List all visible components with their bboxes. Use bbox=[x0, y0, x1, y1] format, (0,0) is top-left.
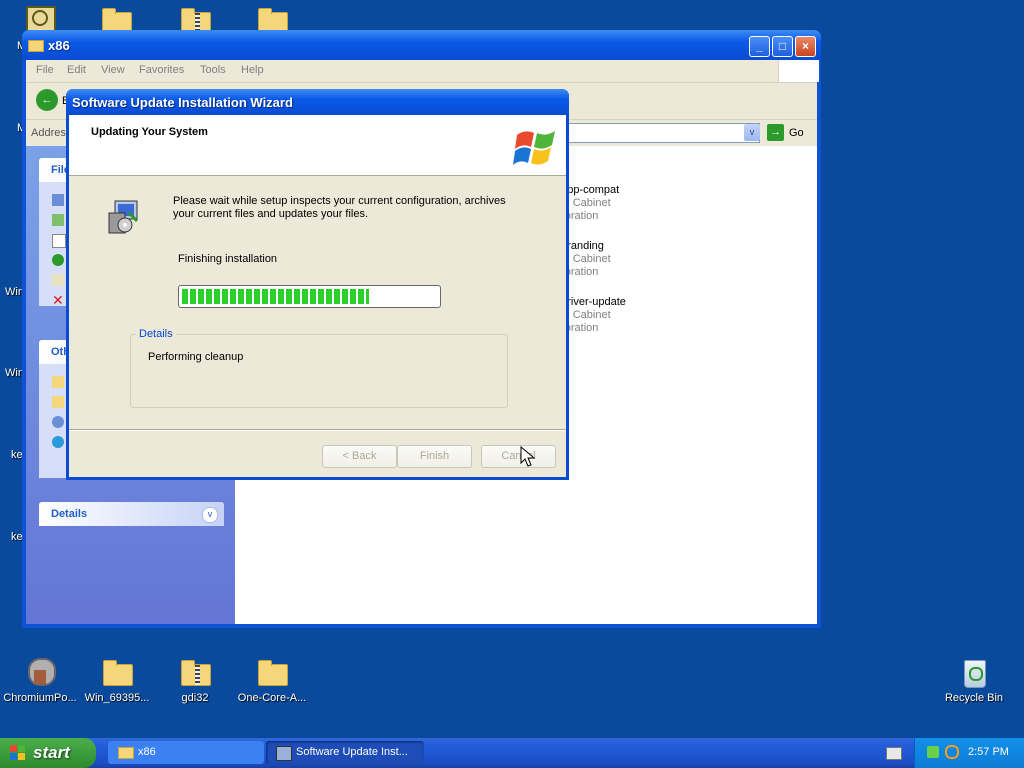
desktop-icon-label: gdi32 bbox=[181, 692, 209, 704]
close-button[interactable]: × bbox=[795, 36, 816, 57]
update-wizard-dialog[interactable]: Software Update Installation Wizard Upda… bbox=[66, 89, 569, 480]
desktop-icon-recycle-bin[interactable]: Recycle Bin bbox=[934, 656, 1014, 704]
task-icon bbox=[52, 274, 64, 286]
menu-favorites[interactable]: Favorites bbox=[139, 64, 184, 76]
menu-file[interactable]: File bbox=[36, 64, 54, 76]
wizard-titlebar[interactable]: Software Update Installation Wizard bbox=[66, 89, 569, 115]
maximize-button[interactable]: □ bbox=[772, 36, 793, 57]
mouse-cursor-icon bbox=[520, 446, 536, 467]
wizard-body: Updating Your System Please wait while s… bbox=[69, 115, 566, 477]
menu-bar: File Edit View Favorites Tools Help bbox=[26, 60, 819, 83]
keyboard-icon[interactable] bbox=[886, 747, 902, 760]
desktop-icon-label: Win_69395... bbox=[84, 692, 150, 704]
menu-view[interactable]: View bbox=[101, 64, 125, 76]
minimize-button[interactable]: _ bbox=[749, 36, 770, 57]
go-arrow-icon[interactable]: → bbox=[767, 124, 784, 141]
cancel-button[interactable]: Cancel bbox=[481, 445, 556, 468]
windows-logo-icon bbox=[778, 60, 819, 82]
desktop-icon-label: ChromiumPo... bbox=[3, 692, 77, 704]
taskbar-item-label: Software Update Inst... bbox=[296, 746, 408, 758]
back-arrow-icon[interactable]: ← bbox=[36, 89, 58, 111]
taskbar-item-label: x86 bbox=[138, 746, 156, 758]
go-button[interactable]: Go bbox=[789, 127, 804, 139]
desktop-icon-win[interactable]: Win_69395... bbox=[77, 656, 157, 704]
details-header[interactable]: Details bbox=[39, 502, 224, 526]
desktop-icon-label: Recycle Bin bbox=[944, 692, 1004, 704]
clock[interactable]: 2:57 PM bbox=[968, 746, 1009, 758]
install-status: Finishing installation bbox=[178, 253, 278, 265]
zip-folder-icon bbox=[179, 656, 211, 688]
chevron-down-icon[interactable]: v bbox=[744, 124, 760, 141]
wizard-title: Software Update Installation Wizard bbox=[72, 95, 293, 110]
details-panel: Details v bbox=[39, 502, 224, 526]
folder-icon bbox=[256, 656, 288, 688]
windows-logo-icon bbox=[513, 131, 555, 165]
network-icon bbox=[52, 436, 64, 448]
folder-icon bbox=[118, 747, 134, 759]
folder-icon bbox=[28, 40, 44, 52]
window-title: x86 bbox=[48, 38, 70, 53]
wizard-message: Please wait while setup inspects your cu… bbox=[173, 195, 506, 220]
details-group bbox=[130, 334, 508, 408]
desktop-label-fragment: ke bbox=[11, 531, 23, 543]
finish-button[interactable]: Finish bbox=[397, 445, 472, 468]
computer-icon bbox=[52, 416, 64, 428]
desktop-icon-gdi32[interactable]: gdi32 bbox=[155, 656, 235, 704]
start-label: start bbox=[33, 743, 70, 762]
folder-icon bbox=[101, 656, 133, 688]
task-icon bbox=[52, 234, 66, 248]
menu-tools[interactable]: Tools bbox=[200, 64, 226, 76]
start-button[interactable]: start bbox=[0, 738, 96, 768]
wizard-header: Updating Your System bbox=[69, 115, 566, 176]
desktop-icon-chromium[interactable]: ChromiumPo... bbox=[0, 656, 80, 704]
back-button[interactable]: < Back bbox=[322, 445, 397, 468]
desktop-icon-onecore[interactable]: One-Core-A... bbox=[232, 656, 312, 704]
explorer-titlebar[interactable]: x86 _ □ × bbox=[22, 30, 821, 60]
details-label: Details bbox=[136, 328, 176, 340]
menu-edit[interactable]: Edit bbox=[67, 64, 86, 76]
address-input[interactable] bbox=[566, 123, 760, 143]
taskbar: start x86 Software Update Inst... 2:57 P… bbox=[0, 738, 1024, 768]
taskbar-item-x86[interactable]: x86 bbox=[108, 741, 264, 764]
desktop-label-fragment: ke bbox=[11, 449, 23, 461]
install-progress-bar bbox=[178, 285, 441, 308]
task-icon bbox=[52, 194, 64, 206]
chevron-down-icon[interactable]: v bbox=[202, 507, 218, 523]
delete-icon: ✕ bbox=[52, 292, 64, 308]
folder-icon bbox=[52, 396, 64, 408]
details-text: Performing cleanup bbox=[148, 351, 244, 363]
progress-fill bbox=[182, 289, 370, 304]
chromium-icon bbox=[24, 656, 56, 688]
button-separator bbox=[69, 429, 566, 431]
windows-flag-icon bbox=[10, 745, 25, 760]
task-icon bbox=[52, 254, 64, 266]
network-icon[interactable] bbox=[927, 746, 939, 758]
wizard-heading: Updating Your System bbox=[91, 126, 208, 138]
installer-icon bbox=[276, 746, 292, 761]
menu-help[interactable]: Help bbox=[241, 64, 264, 76]
search-icon[interactable] bbox=[945, 745, 959, 759]
system-tray: 2:57 PM bbox=[914, 738, 1024, 768]
task-icon bbox=[52, 214, 64, 226]
folder-icon bbox=[52, 376, 64, 388]
taskbar-item-wizard[interactable]: Software Update Inst... bbox=[266, 741, 424, 764]
installer-icon bbox=[108, 200, 139, 234]
desktop-icon-label: One-Core-A... bbox=[237, 692, 307, 704]
recycle-bin-icon bbox=[958, 656, 990, 688]
